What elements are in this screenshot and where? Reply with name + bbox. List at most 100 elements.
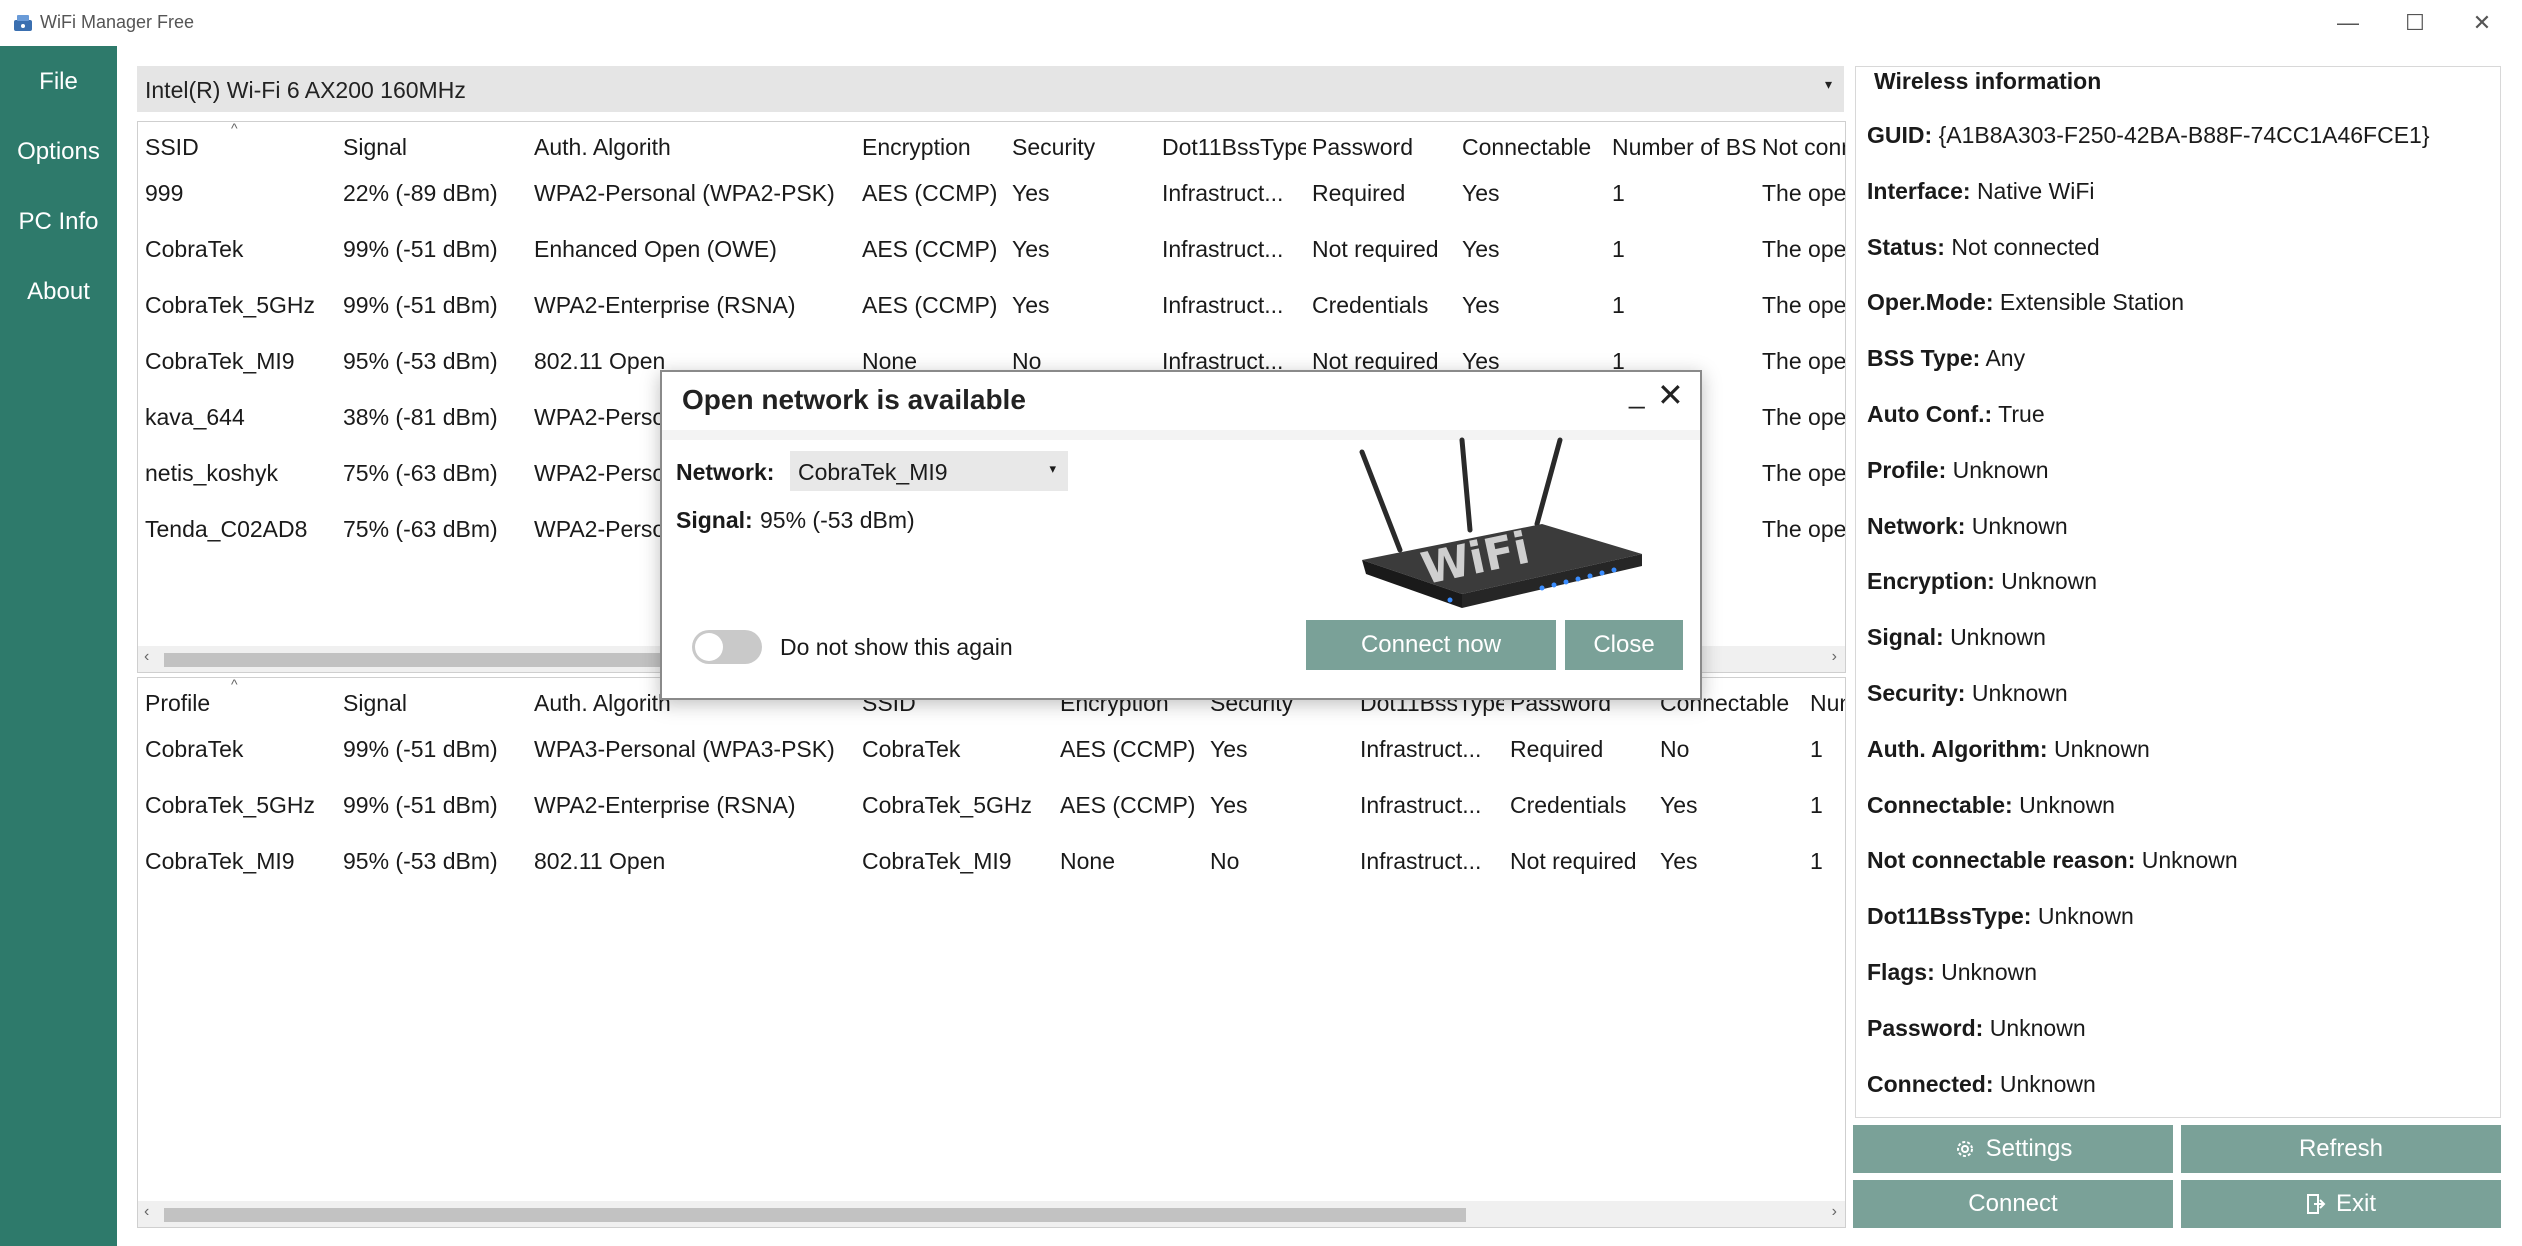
table-cell: Not required	[1312, 236, 1439, 262]
column-header[interactable]: Number of BSSIDs	[1612, 134, 1756, 161]
info-row: Status: Not connected	[1867, 234, 2100, 261]
settings-button[interactable]: Settings	[1853, 1125, 2173, 1173]
exit-label: Exit	[2335, 1190, 2376, 1217]
table-cell: The operation	[1762, 460, 1846, 486]
sidebar-item-options[interactable]: Options	[0, 138, 117, 166]
column-header[interactable]: Encryption	[862, 134, 1006, 161]
exit-button[interactable]: Exit	[2181, 1180, 2501, 1228]
connect-button[interactable]: Connect	[1853, 1180, 2173, 1228]
info-row: Network: Unknown	[1867, 513, 2068, 540]
table-cell: No	[1660, 736, 1690, 762]
dialog-title: Open network is available	[682, 384, 1026, 415]
table-cell: CobraTek	[145, 236, 244, 262]
table-row[interactable]: CobraTek_MI9 95% (-53 dBm) 802.11 Open Cobr…	[138, 838, 1845, 894]
column-header[interactable]: Dot11BssType	[1162, 134, 1306, 161]
dialog-minimize-button[interactable]: _	[1629, 378, 1645, 410]
info-row: Connected: Unknown	[1867, 1071, 2096, 1098]
column-header[interactable]: Security	[1012, 134, 1156, 161]
table-cell: CobraTek_5GHz	[145, 292, 316, 318]
table-cell: 1	[1810, 848, 1823, 874]
column-header[interactable]: Connectable	[1462, 134, 1606, 161]
table-cell: 1	[1810, 736, 1823, 762]
scroll-left-icon[interactable]: ‹	[144, 648, 149, 666]
column-header[interactable]: Not connectable reason	[1762, 134, 1845, 161]
table-row[interactable]: CobraTek_5GHz 99% (-51 dBm) WPA2-Enterpris…	[138, 282, 1845, 338]
sidebar-item-file[interactable]: File	[0, 68, 117, 96]
table-cell: CobraTek_5GHz	[862, 792, 1033, 818]
info-value: Any	[1985, 345, 2026, 372]
table-cell: Yes	[1210, 792, 1248, 818]
table-cell: 999	[145, 180, 184, 206]
table-cell: 1	[1810, 792, 1823, 818]
info-row: Not connectable reason: Unknown	[1867, 847, 2238, 874]
close-window-button[interactable]: ✕	[2452, 4, 2512, 42]
table-cell: Tenda_C02AD8	[145, 516, 308, 542]
networks-table-header: SSID Signal Auth. Algorith Encryption Securi…	[138, 122, 1845, 170]
chevron-down-icon: ▾	[1049, 461, 1056, 476]
info-label: Signal:	[1867, 624, 1944, 651]
table-cell: The operation	[1762, 292, 1846, 318]
sidebar-item-pc-info[interactable]: PC Info	[0, 208, 117, 236]
info-value: Unknown	[2019, 791, 2115, 818]
table-cell: The operation	[1762, 516, 1846, 542]
table-cell: The operation	[1762, 180, 1846, 206]
scroll-right-icon[interactable]: ›	[1832, 1203, 1837, 1221]
column-header[interactable]: Signal	[343, 134, 528, 161]
info-value: Unknown	[1950, 624, 2046, 651]
exit-icon	[2306, 1194, 2326, 1214]
info-label: Auto Conf.:	[1867, 401, 1993, 427]
column-header[interactable]: Signal	[343, 690, 528, 717]
table-row[interactable]: CobraTek 99% (-51 dBm) Enhanced Open (OWE)…	[138, 226, 1845, 282]
column-header[interactable]: Auth. Algorith	[534, 134, 856, 161]
info-row: GUID: {A1B8A303-F250-42BA-B88F-74CC1A46F…	[1867, 122, 2430, 149]
profiles-scrollbar[interactable]: ‹ ›	[138, 1201, 1845, 1227]
info-value: Unknown	[1941, 959, 2038, 985]
network-select-value: CobraTek_MI9	[798, 459, 948, 485]
column-header[interactable]: Password	[1312, 134, 1456, 161]
table-cell: WPA2-Enterprise (RSNA)	[534, 292, 796, 318]
profiles-table[interactable]: ^ Profile Signal Auth. Algorith SSID Encrypt…	[137, 677, 1846, 1228]
refresh-button[interactable]: Refresh	[2181, 1125, 2501, 1173]
scroll-thumb[interactable]	[164, 1208, 1466, 1222]
info-row: Connectable: Unknown	[1867, 792, 2115, 819]
dont-show-toggle[interactable]	[692, 630, 762, 664]
scroll-right-icon[interactable]: ›	[1832, 648, 1837, 666]
column-header[interactable]: Number	[1810, 690, 1845, 717]
table-cell: CobraTek	[145, 736, 244, 762]
table-cell: kava_644	[145, 404, 245, 430]
table-cell: Yes	[1462, 180, 1500, 206]
info-label: Encryption:	[1867, 568, 1995, 595]
table-row[interactable]: CobraTek_5GHz 99% (-51 dBm) WPA2-Enterpris…	[138, 782, 1845, 838]
dont-show-label: Do not show this again	[780, 634, 1013, 660]
network-select[interactable]: CobraTek_MI9 ▾	[790, 451, 1068, 491]
adapter-select[interactable]: Intel(R) Wi-Fi 6 AX200 160MHz ▾	[137, 66, 1844, 112]
table-cell: 95% (-53 dBm)	[343, 348, 498, 374]
table-cell: CobraTek_5GHz	[145, 792, 316, 818]
table-cell: WPA2-Enterprise (RSNA)	[534, 792, 796, 818]
info-row: Dot11BssType: Unknown	[1867, 903, 2134, 930]
table-row[interactable]: CobraTek 99% (-51 dBm) WPA3-Personal (WPA3…	[138, 726, 1845, 782]
signal-value: 95% (-53 dBm)	[760, 507, 915, 533]
table-cell: AES (CCMP)	[1060, 792, 1196, 818]
sidebar-item-about[interactable]: About	[0, 278, 117, 306]
table-cell: 75% (-63 dBm)	[343, 460, 498, 486]
column-header[interactable]: Profile	[145, 690, 337, 717]
maximize-button[interactable]: ☐	[2385, 4, 2445, 42]
table-cell: CobraTek_MI9	[145, 848, 295, 874]
info-label: Profile:	[1867, 456, 1947, 483]
table-cell: Infrastruct...	[1162, 292, 1284, 318]
info-row: Security: Unknown	[1867, 680, 2068, 707]
chevron-down-icon: ▾	[1824, 76, 1832, 92]
table-cell: Yes	[1012, 180, 1050, 206]
info-value: Unknown	[2037, 903, 2134, 930]
dialog-close-icon[interactable]: ✕	[1657, 376, 1684, 414]
connect-now-button[interactable]: Connect now	[1306, 620, 1556, 670]
table-cell: 802.11 Open	[534, 848, 666, 874]
table-row[interactable]: 999 22% (-89 dBm) WPA2-Personal (WPA2-PSK)…	[138, 170, 1845, 226]
minimize-button[interactable]: —	[2318, 4, 2378, 42]
dialog-close-button[interactable]: Close	[1565, 620, 1683, 670]
info-label: Oper.Mode:	[1867, 289, 1994, 316]
column-header[interactable]: SSID	[145, 134, 337, 161]
scroll-left-icon[interactable]: ‹	[144, 1203, 149, 1221]
table-cell: Enhanced Open (OWE)	[534, 236, 777, 262]
